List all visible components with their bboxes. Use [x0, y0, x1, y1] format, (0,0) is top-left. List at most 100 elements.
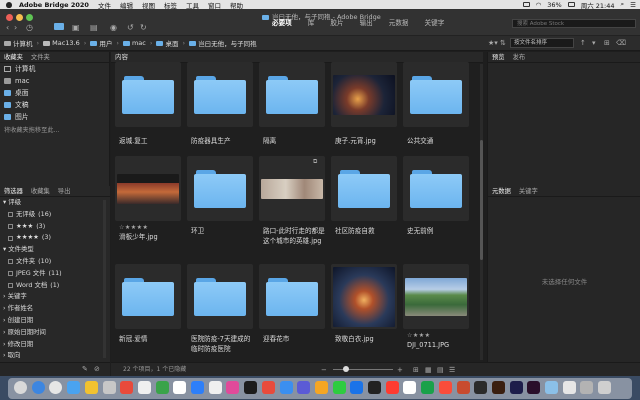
menu-app-name[interactable]: Adobe Bridge 2020 [19, 1, 89, 9]
filter-category[interactable]: › 创建日期 [0, 315, 110, 327]
breadcrumb-current-folder[interactable]: 岂曰无他，与子同袍 [189, 38, 257, 48]
filter-option[interactable]: 文件夹 (10) [0, 256, 110, 268]
favorite-mac[interactable]: mac [0, 75, 109, 87]
wifi-icon[interactable]: ◠ [536, 1, 542, 9]
dock-app-icon[interactable] [297, 381, 311, 394]
tab-filmstrip[interactable]: 胶片 [322, 17, 351, 29]
tab-collections[interactable]: 收藏集 [27, 186, 54, 196]
display-icon[interactable] [522, 2, 530, 7]
thumbnail-frame[interactable] [115, 62, 181, 127]
filter-option[interactable]: ★★★★ (3) [0, 232, 110, 244]
thumbnail-frame[interactable] [259, 264, 325, 329]
thumbnail-frame[interactable] [331, 62, 397, 127]
tab-preview[interactable]: 预览 [488, 52, 509, 62]
thumbnail-frame[interactable] [403, 264, 469, 329]
dock-app-icon[interactable] [137, 381, 151, 394]
zoom-in-icon[interactable]: + [397, 366, 403, 374]
chevron-right-icon[interactable]: › [3, 291, 6, 303]
rating-stars[interactable]: ☆★★★★ [119, 224, 148, 231]
dock-app-icon[interactable] [191, 381, 204, 394]
recent-folder-icon[interactable]: ◷ [26, 23, 33, 32]
favorite-pictures[interactable]: 图片 [0, 111, 109, 123]
dock-app-icon[interactable] [545, 381, 558, 394]
chevron-right-icon[interactable]: › [3, 303, 6, 315]
thumbnail-size-slider-knob[interactable] [343, 366, 349, 372]
breadcrumb-users[interactable]: 用户 [90, 38, 112, 48]
dock-app-icon[interactable] [84, 381, 98, 394]
forward-arrow-icon[interactable]: › [14, 23, 17, 32]
refine-icon[interactable]: ▤ [90, 23, 98, 32]
open-in-camera-raw-icon[interactable]: ◉ [110, 23, 117, 32]
favorite-desktop[interactable]: 桌面 [0, 87, 109, 99]
checkbox[interactable] [8, 259, 13, 265]
dock-app-icon[interactable] [31, 381, 45, 394]
dock-app-icon[interactable] [456, 381, 470, 394]
tab-export[interactable]: 导出 [54, 186, 75, 196]
thumbnail-frame[interactable] [403, 62, 469, 127]
tab-filter[interactable]: 筛选器 [0, 186, 27, 196]
checkbox[interactable] [8, 271, 13, 277]
dock-app-icon[interactable] [438, 381, 452, 394]
rating-stars[interactable]: ☆★★★ [407, 332, 431, 339]
dock-app-icon[interactable] [332, 381, 346, 394]
chevron-down-icon[interactable]: ▾ [3, 244, 6, 256]
clear-filter-icon[interactable]: ⊘ [94, 365, 100, 373]
breadcrumb-drive[interactable]: Mac13.6 [43, 39, 80, 47]
thumbnail-frame[interactable] [187, 156, 253, 221]
pin-icon[interactable]: ✎ [82, 365, 88, 373]
dock-app-icon[interactable] [173, 381, 187, 394]
dock-app-icon[interactable] [580, 381, 594, 394]
view-options-icon[interactable]: ▾ [592, 39, 596, 47]
chevron-right-icon[interactable]: › [3, 315, 6, 327]
tab-folders[interactable]: 文件夹 [27, 52, 54, 62]
checkbox[interactable] [8, 235, 13, 241]
sort-direction-icon[interactable]: ⇅ [500, 39, 506, 47]
dock-app-icon[interactable] [67, 381, 81, 394]
search-icon[interactable]: ⌕ [621, 0, 625, 9]
open-folder-icon[interactable] [54, 23, 64, 30]
view-thumbnails-icon[interactable]: ▦ [425, 366, 432, 374]
zoom-window-button[interactable] [26, 14, 33, 21]
filter-option[interactable]: 无评级 (16) [0, 209, 110, 221]
dock-app-icon[interactable] [208, 381, 222, 394]
dock-app-icon[interactable] [421, 381, 435, 394]
stack-badge-icon[interactable]: ⧉ [313, 158, 317, 166]
dock-app-icon[interactable] [120, 381, 134, 394]
view-details-icon[interactable]: ▤ [437, 366, 444, 374]
filter-option[interactable]: JPEG 文件 (11) [0, 268, 110, 280]
tab-essentials[interactable]: 必要项 [264, 17, 300, 29]
dock-app-icon[interactable] [403, 381, 417, 394]
dock-app-icon[interactable] [102, 381, 116, 394]
tab-output[interactable]: 输出 [352, 17, 381, 29]
dock-app-icon[interactable] [385, 381, 399, 394]
rotate-left-icon[interactable]: ↺ [127, 23, 134, 32]
filter-category[interactable]: › 关键字 [0, 291, 110, 303]
thumbnail-frame[interactable] [259, 62, 325, 127]
breadcrumb-mac[interactable]: mac [122, 39, 146, 47]
checkbox[interactable] [8, 223, 13, 229]
filter-option[interactable]: Word 文档 (1) [0, 280, 110, 292]
tab-favorites[interactable]: 收藏夹 [0, 52, 27, 62]
tab-metadata-panel[interactable]: 元数据 [488, 186, 515, 196]
dock-app-icon[interactable] [350, 381, 364, 394]
thumbnail-frame[interactable] [331, 156, 397, 221]
delete-icon[interactable]: ⌫ [616, 39, 626, 47]
chevron-down-icon[interactable]: ▾ [3, 197, 6, 209]
dock-app-icon[interactable] [261, 381, 275, 394]
control-center-icon[interactable]: ☰ [630, 1, 636, 9]
minimize-window-button[interactable] [16, 14, 23, 21]
sort-select[interactable]: 按文件名排序 [510, 38, 574, 48]
dock-app-icon[interactable] [49, 381, 63, 394]
dock-app-icon[interactable] [314, 381, 328, 394]
new-folder-icon[interactable]: ⊞ [604, 39, 610, 47]
favorite-computer[interactable]: 计算机 [0, 63, 109, 75]
chevron-right-icon[interactable]: › [3, 327, 6, 339]
chevron-right-icon[interactable]: › [3, 350, 6, 362]
filter-category[interactable]: › 修改日期 [0, 339, 110, 351]
thumbnail-frame[interactable] [403, 156, 469, 221]
filter-scrollbar[interactable] [103, 200, 106, 358]
sort-ascending-icon[interactable]: ↑ [580, 39, 586, 47]
lock-grid-icon[interactable]: ⊞ [413, 366, 419, 374]
zoom-out-icon[interactable]: − [321, 366, 327, 374]
dock-app-icon[interactable] [244, 381, 258, 394]
